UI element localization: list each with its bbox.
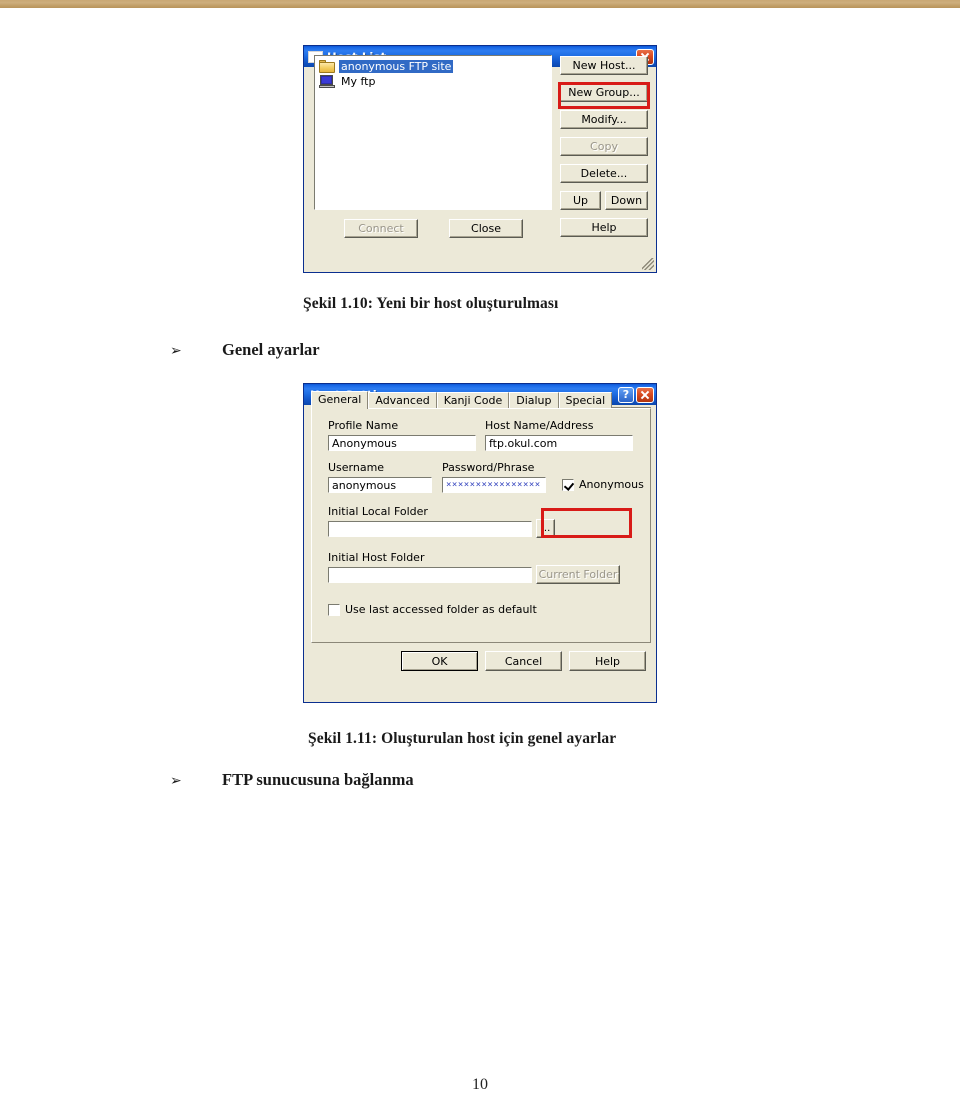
password-label: Password/Phrase xyxy=(442,461,535,474)
delete-button[interactable]: Delete... xyxy=(560,164,648,183)
copy-button: Copy xyxy=(560,137,648,156)
page-top-rule xyxy=(0,0,960,8)
use-last-accessed-folder-checkbox[interactable]: Use last accessed folder as default xyxy=(328,603,537,616)
folder-icon xyxy=(319,60,335,73)
browse-local-folder-button[interactable]: ... xyxy=(536,519,555,538)
chevron-bullet-icon: ➢ xyxy=(170,343,182,359)
bullet-label: Genel ayarlar xyxy=(222,340,320,359)
checkbox-icon xyxy=(562,478,574,491)
cancel-button[interactable]: Cancel xyxy=(485,651,562,671)
page-number: 10 xyxy=(472,1076,488,1093)
profile-name-label: Profile Name xyxy=(328,419,399,432)
anonymous-checkbox-label: Anonymous xyxy=(579,478,644,491)
host-name-label: Host Name/Address xyxy=(485,419,594,432)
general-tab-panel: Profile Name Anonymous Host Name/Address… xyxy=(311,408,651,643)
connect-button: Connect xyxy=(344,219,418,238)
bullet-genel-ayarlar: ➢ Genel ayarlar xyxy=(170,340,320,360)
ok-button[interactable]: OK xyxy=(401,651,478,671)
list-item[interactable]: anonymous FTP site xyxy=(317,59,549,74)
list-item-label: anonymous FTP site xyxy=(339,60,454,73)
figure-1-caption: Şekil 1.10: Yeni bir host oluşturulması xyxy=(303,295,559,312)
tabstrip-filler xyxy=(612,392,651,408)
host-setting-dialog: Host Setting ? General Advanced Kanji Co… xyxy=(303,383,657,703)
profile-name-input[interactable]: Anonymous xyxy=(328,435,476,451)
modify-button[interactable]: Modify... xyxy=(560,110,648,129)
host-setting-tabstrip: General Advanced Kanji Code Dialup Speci… xyxy=(311,391,651,409)
initial-local-folder-input[interactable] xyxy=(328,521,532,537)
resize-grip[interactable] xyxy=(642,258,654,270)
close-button[interactable]: Close xyxy=(449,219,523,238)
chevron-bullet-icon: ➢ xyxy=(170,773,182,789)
initial-host-folder-label: Initial Host Folder xyxy=(328,551,425,564)
use-last-accessed-folder-label: Use last accessed folder as default xyxy=(345,603,537,616)
tab-advanced[interactable]: Advanced xyxy=(368,392,437,409)
username-label: Username xyxy=(328,461,385,474)
initial-host-folder-input[interactable] xyxy=(328,567,532,583)
new-group-button[interactable]: New Group... xyxy=(560,83,648,102)
help-button[interactable]: Help xyxy=(569,651,646,671)
current-folder-button: Current Folder xyxy=(536,565,620,584)
host-list-dialog: Host List anonymous FTP site My ftp New … xyxy=(303,45,657,273)
list-item-label: My ftp xyxy=(341,75,376,88)
figure-2-caption: Şekil 1.11: Oluşturulan host için genel … xyxy=(308,730,617,747)
checkbox-icon xyxy=(328,603,340,616)
tab-dialup[interactable]: Dialup xyxy=(509,392,559,409)
help-button[interactable]: Help xyxy=(560,218,648,237)
anonymous-checkbox[interactable]: Anonymous xyxy=(562,478,644,491)
tab-special[interactable]: Special xyxy=(558,392,613,409)
new-host-button[interactable]: New Host... xyxy=(560,56,648,75)
up-button[interactable]: Up xyxy=(560,191,601,210)
computer-icon xyxy=(319,75,335,88)
tab-general[interactable]: General xyxy=(311,391,369,409)
bullet-ftp-baglanma: ➢ FTP sunucusuna bağlanma xyxy=(170,770,414,790)
password-input[interactable]: ×××××××××××××××× xyxy=(442,477,546,493)
down-button[interactable]: Down xyxy=(605,191,648,210)
username-input[interactable]: anonymous xyxy=(328,477,432,493)
tab-kanji-code[interactable]: Kanji Code xyxy=(436,392,510,409)
initial-local-folder-label: Initial Local Folder xyxy=(328,505,428,518)
bullet-label: FTP sunucusuna bağlanma xyxy=(222,770,414,789)
host-name-input[interactable]: ftp.okul.com xyxy=(485,435,633,451)
password-masked-value: ×××××××××××××××× xyxy=(446,480,541,490)
list-item[interactable]: My ftp xyxy=(317,74,549,89)
host-list-listbox[interactable]: anonymous FTP site My ftp xyxy=(314,55,552,210)
